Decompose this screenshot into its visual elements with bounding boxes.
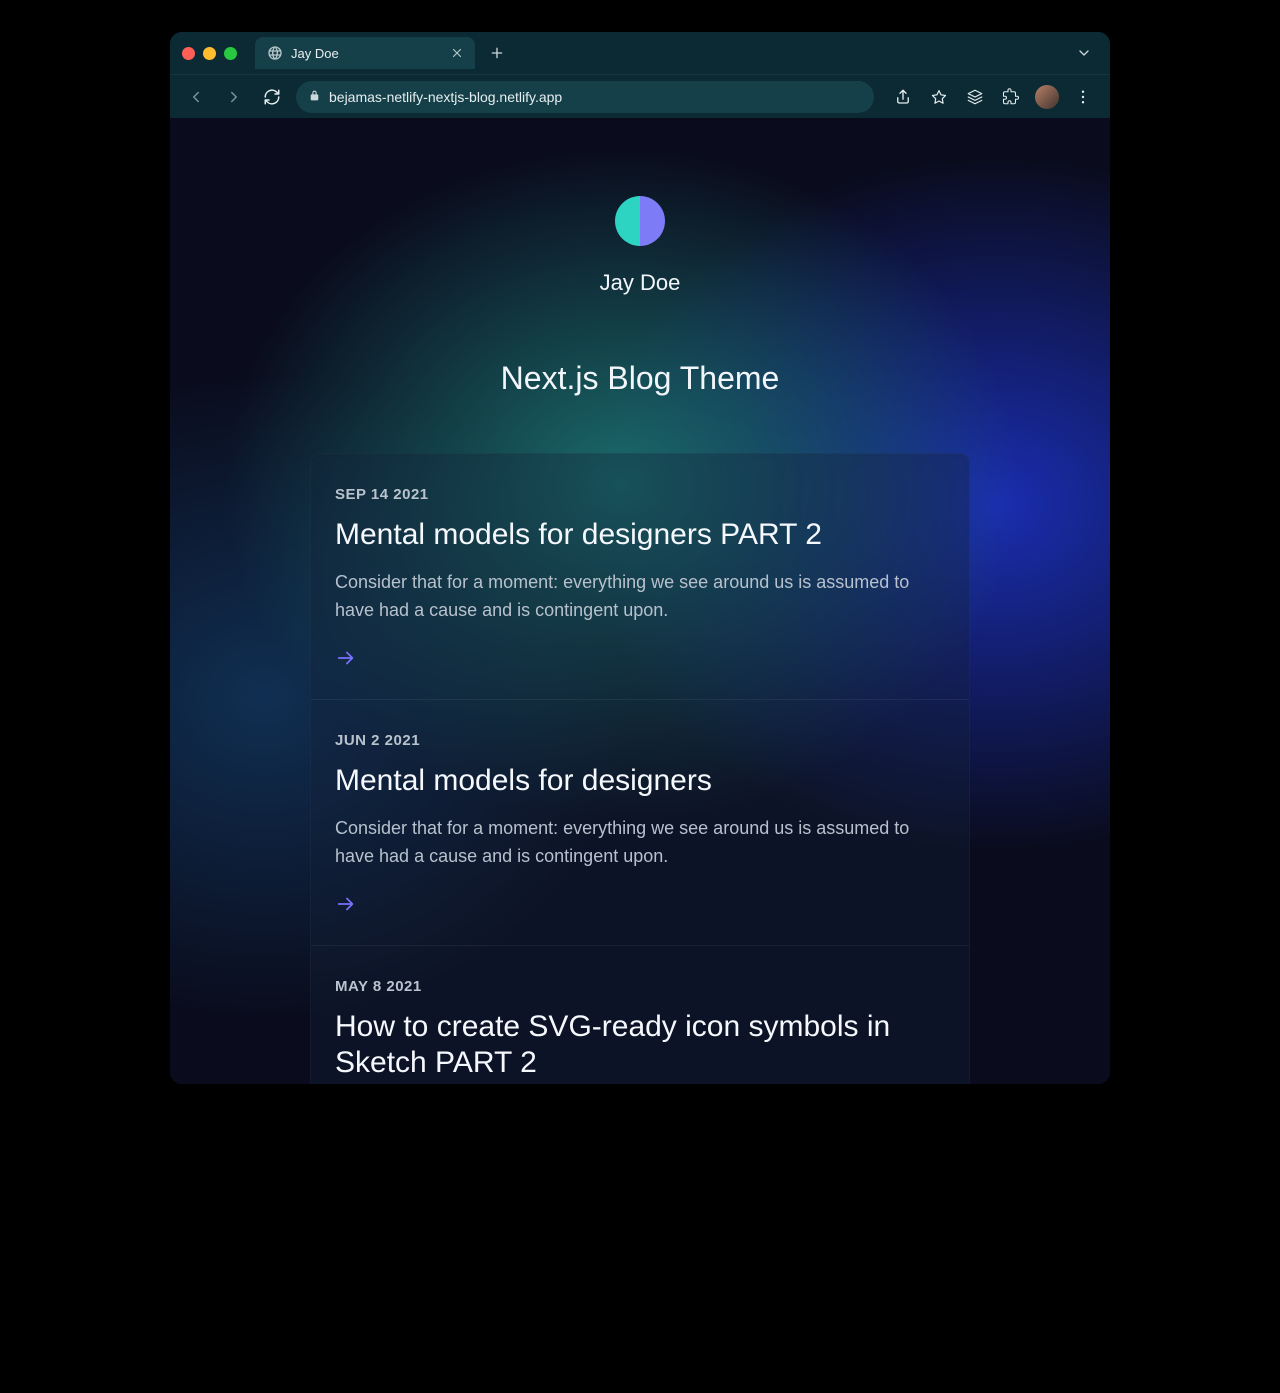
nav-reload-button[interactable] <box>258 83 286 111</box>
arrow-right-icon[interactable] <box>335 647 359 671</box>
tab-strip: Jay Doe <box>170 32 1110 74</box>
nav-back-button[interactable] <box>182 83 210 111</box>
omnibox[interactable]: bejamas-netlify-nextjs-blog.netlify.app <box>296 81 874 113</box>
post-excerpt: Consider that for a moment: everything w… <box>335 815 945 871</box>
post-card[interactable]: JUN 2 2021 Mental models for designers C… <box>311 699 969 945</box>
window-close-button[interactable] <box>182 47 195 60</box>
extension-stack-icon[interactable] <box>960 82 990 112</box>
omnibox-url: bejamas-netlify-nextjs-blog.netlify.app <box>329 89 562 105</box>
tab-title: Jay Doe <box>291 46 339 61</box>
avatar-icon <box>1035 85 1059 109</box>
address-bar: bejamas-netlify-nextjs-blog.netlify.app <box>170 74 1110 118</box>
browser-tab[interactable]: Jay Doe <box>255 37 475 69</box>
post-title: Mental models for designers <box>335 763 945 799</box>
window-minimize-button[interactable] <box>203 47 216 60</box>
window-controls <box>182 47 237 60</box>
post-date: MAY 8 2021 <box>335 978 945 995</box>
browser-window: Jay Doe bejamas-netlify-nextjs-blog.ne <box>170 32 1110 1084</box>
site-logo[interactable] <box>615 196 665 246</box>
star-icon[interactable] <box>924 82 954 112</box>
globe-icon <box>267 45 283 61</box>
post-card[interactable]: SEP 14 2021 Mental models for designers … <box>311 454 969 699</box>
arrow-right-icon[interactable] <box>335 893 359 917</box>
post-excerpt: Consider that for a moment: everything w… <box>335 569 945 625</box>
close-tab-button[interactable] <box>449 45 465 61</box>
post-card[interactable]: MAY 8 2021 How to create SVG-ready icon … <box>311 945 969 1084</box>
toolbar-right <box>888 82 1098 112</box>
window-fullscreen-button[interactable] <box>224 47 237 60</box>
post-list: SEP 14 2021 Mental models for designers … <box>310 453 970 1084</box>
post-date: SEP 14 2021 <box>335 486 945 503</box>
lock-icon <box>308 89 321 105</box>
site-name: Jay Doe <box>600 270 681 296</box>
page-content: Jay Doe Next.js Blog Theme SEP 14 2021 M… <box>170 118 1110 1084</box>
share-icon[interactable] <box>888 82 918 112</box>
post-title: How to create SVG-ready icon symbols in … <box>335 1009 945 1081</box>
profile-avatar[interactable] <box>1032 82 1062 112</box>
post-date: JUN 2 2021 <box>335 732 945 749</box>
site-title: Next.js Blog Theme <box>501 360 780 397</box>
new-tab-button[interactable] <box>483 39 511 67</box>
nav-forward-button[interactable] <box>220 83 248 111</box>
tab-overflow-button[interactable] <box>1070 39 1098 67</box>
post-title: Mental models for designers PART 2 <box>335 517 945 553</box>
kebab-menu-icon[interactable] <box>1068 82 1098 112</box>
extensions-icon[interactable] <box>996 82 1026 112</box>
page-viewport[interactable]: Jay Doe Next.js Blog Theme SEP 14 2021 M… <box>170 118 1110 1084</box>
